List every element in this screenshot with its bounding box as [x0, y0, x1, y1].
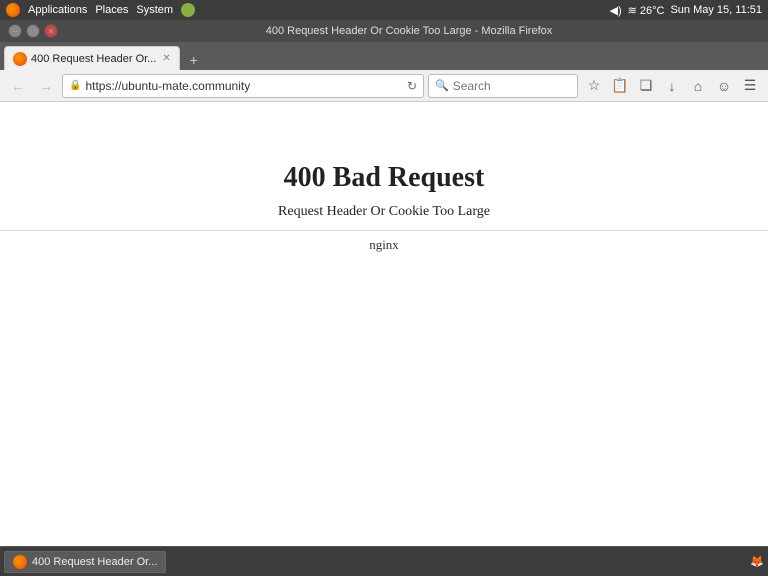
pocket-button[interactable]: ❏ [634, 74, 658, 98]
new-tab-button[interactable]: + [184, 50, 204, 70]
search-icon: 🔍 [435, 79, 449, 92]
tab-bar: 400 Request Header Or... ✕ + [0, 42, 768, 70]
url-input[interactable] [85, 79, 402, 93]
nav-action-buttons: ☆ 📋 ❏ ↓ ⌂ ☺ ☰ [582, 74, 762, 98]
url-bar-container: 🔒 ↻ [62, 74, 424, 98]
window-title: 400 Request Header Or Cookie Too Large -… [58, 25, 760, 37]
maximize-button[interactable]: □ [26, 24, 40, 38]
menu-button[interactable]: ☰ [738, 74, 762, 98]
download-button[interactable]: ↓ [660, 74, 684, 98]
mate-logo-icon [181, 3, 195, 17]
error-server: nginx [0, 237, 768, 253]
browser-tab[interactable]: 400 Request Header Or... ✕ [4, 46, 180, 70]
error-divider [0, 230, 768, 231]
error-page: 400 Bad Request Request Header Or Cookie… [0, 162, 768, 253]
temperature: ≋ 26°C [628, 4, 665, 17]
taskbar-firefox-icon-right: 🦊 [750, 555, 764, 568]
minimize-button[interactable]: ─ [8, 24, 22, 38]
search-bar-container: 🔍 [428, 74, 578, 98]
back-button[interactable]: ← [6, 74, 30, 98]
window-controls: ─ □ ✕ [8, 24, 58, 38]
taskbar-right: 🦊 [750, 555, 764, 568]
lock-icon: 🔒 [69, 80, 81, 91]
firefox-logo-icon [6, 3, 20, 17]
reload-button[interactable]: ↻ [407, 79, 417, 93]
forward-button[interactable]: → [34, 74, 58, 98]
system-bar-left: Applications Places System [6, 3, 195, 17]
error-subtitle: Request Header Or Cookie Too Large [0, 204, 768, 220]
applications-menu[interactable]: Applications [28, 4, 87, 16]
volume-icon: ◀) [609, 4, 621, 17]
taskbar-browser-item[interactable]: 400 Request Header Or... [4, 551, 166, 573]
bookmark-button[interactable]: 📋 [608, 74, 632, 98]
search-input[interactable] [453, 79, 553, 93]
error-title: 400 Bad Request [0, 162, 768, 194]
close-button[interactable]: ✕ [44, 24, 58, 38]
browser-content: 400 Bad Request Request Header Or Cookie… [0, 102, 768, 546]
tab-favicon-icon [13, 52, 27, 66]
clock: Sun May 15, 11:51 [670, 4, 762, 16]
taskbar: 400 Request Header Or... 🦊 [0, 546, 768, 576]
tab-close-button[interactable]: ✕ [162, 53, 170, 64]
taskbar-item-label: 400 Request Header Or... [32, 556, 157, 568]
smiley-button[interactable]: ☺ [712, 74, 736, 98]
tab-label: 400 Request Header Or... [31, 53, 156, 65]
taskbar-firefox-icon [13, 555, 27, 569]
system-bar: Applications Places System ◀) ≋ 26°C Sun… [0, 0, 768, 20]
system-menu[interactable]: System [136, 4, 173, 16]
home-button[interactable]: ⌂ [686, 74, 710, 98]
places-menu[interactable]: Places [95, 4, 128, 16]
bookmark-star-button[interactable]: ☆ [582, 74, 606, 98]
system-bar-right: ◀) ≋ 26°C Sun May 15, 11:51 [609, 4, 762, 17]
title-bar: ─ □ ✕ 400 Request Header Or Cookie Too L… [0, 20, 768, 42]
nav-bar: ← → 🔒 ↻ 🔍 ☆ 📋 ❏ ↓ ⌂ ☺ ☰ [0, 70, 768, 102]
